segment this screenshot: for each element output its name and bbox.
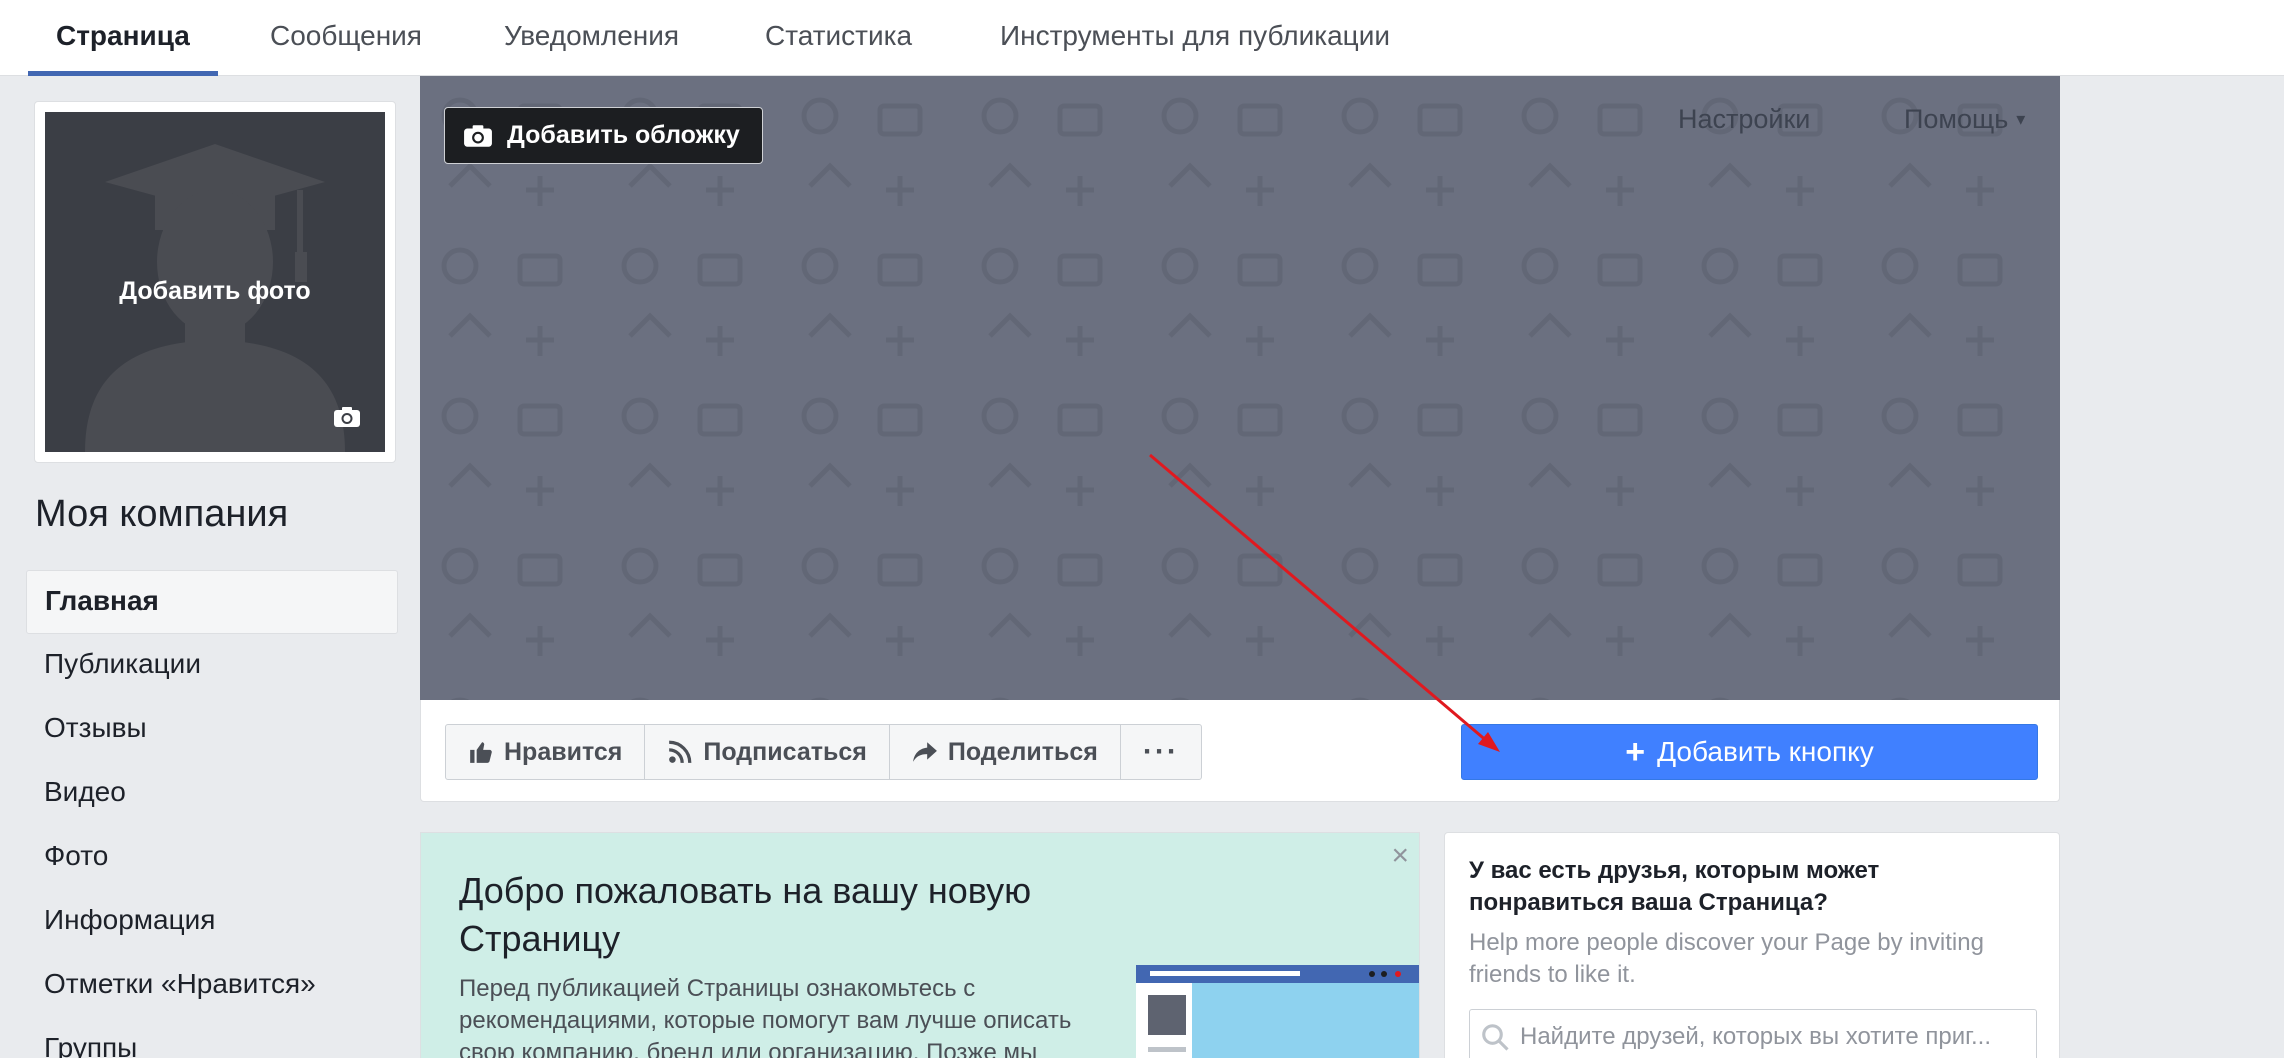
sidebar-item-likes[interactable]: Отметки «Нравится» bbox=[26, 954, 398, 1018]
like-label: Нравится bbox=[504, 737, 623, 766]
tab-page[interactable]: Страница bbox=[28, 0, 218, 76]
friend-search-box[interactable] bbox=[1469, 1009, 2037, 1058]
thumbs-up-icon bbox=[470, 742, 492, 763]
tab-publishing-tools[interactable]: Инструменты для публикации bbox=[972, 0, 1418, 76]
sidebar-item-photos[interactable]: Фото bbox=[26, 826, 398, 890]
share-label: Поделиться bbox=[947, 737, 1098, 766]
add-button-cta[interactable]: + Добавить кнопку bbox=[1461, 724, 2038, 780]
profile-photo-placeholder[interactable]: Добавить фото bbox=[45, 112, 385, 452]
friend-search-input[interactable] bbox=[1520, 1023, 2020, 1051]
more-options-button[interactable]: ··· bbox=[1121, 725, 1201, 779]
sidebar-item-about[interactable]: Информация bbox=[26, 890, 398, 954]
plus-icon: + bbox=[1625, 732, 1646, 771]
welcome-title: Добро пожаловать на вашу новую Страницу bbox=[459, 870, 1032, 959]
help-menu[interactable]: Помощь ▾ bbox=[1904, 104, 2025, 135]
invite-subtitle: Help more people discover your Page by i… bbox=[1469, 929, 1984, 988]
settings-link[interactable]: Настройки bbox=[1678, 104, 1810, 135]
add-cover-label: Добавить обложку bbox=[507, 121, 740, 149]
page-preview-illustration bbox=[1136, 965, 1419, 1058]
like-button[interactable]: Нравится bbox=[446, 725, 646, 779]
tab-statistics[interactable]: Статистика bbox=[737, 0, 940, 76]
sidebar-item-home[interactable]: Главная bbox=[26, 570, 398, 634]
cover-photo-area: Добавить обложку Настройки Помощь ▾ bbox=[420, 76, 2060, 700]
page-name: Моя компания bbox=[35, 493, 289, 535]
page-tabs-bar: Страница Сообщения Уведомления Статистик… bbox=[0, 0, 2284, 76]
share-arrow-icon bbox=[912, 742, 937, 762]
sidebar-item-reviews[interactable]: Отзывы bbox=[26, 698, 398, 762]
profile-picture-card: Добавить фото bbox=[34, 101, 396, 463]
cover-pattern-decoration bbox=[420, 76, 2060, 700]
camera-icon[interactable] bbox=[333, 406, 361, 428]
search-icon bbox=[1482, 1024, 1509, 1051]
share-button[interactable]: Поделиться bbox=[890, 725, 1121, 779]
sidebar-item-groups[interactable]: Группы bbox=[26, 1018, 398, 1058]
add-cover-button[interactable]: Добавить обложку bbox=[444, 107, 763, 164]
chevron-down-icon: ▾ bbox=[2016, 109, 2026, 129]
page-sidebar-nav: Главная Публикации Отзывы Видео Фото Инф… bbox=[26, 570, 398, 1058]
ellipsis-icon: ··· bbox=[1142, 735, 1179, 768]
page-action-bar: Нравится Подписаться Поделиться ··· + До… bbox=[420, 700, 2060, 802]
welcome-body: Перед публикацией Страницы ознакомьтесь … bbox=[459, 975, 1072, 1058]
tab-notifications[interactable]: Уведомления bbox=[476, 0, 707, 76]
follow-button[interactable]: Подписаться bbox=[645, 725, 890, 779]
invite-friends-card: У вас есть друзья, которым может понрави… bbox=[1444, 832, 2060, 1058]
close-icon[interactable]: × bbox=[1391, 839, 1409, 873]
page-action-buttons: Нравится Подписаться Поделиться ··· bbox=[445, 724, 1202, 780]
rss-icon bbox=[669, 740, 692, 763]
add-button-label: Добавить кнопку bbox=[1657, 736, 1874, 767]
follow-label: Подписаться bbox=[703, 737, 867, 766]
tab-messages[interactable]: Сообщения bbox=[242, 0, 450, 76]
add-photo-label: Добавить фото bbox=[119, 277, 311, 305]
sidebar-item-posts[interactable]: Публикации bbox=[26, 634, 398, 698]
welcome-card: × Добро пожаловать на вашу новую Страниц… bbox=[420, 832, 1420, 1058]
help-label: Помощь bbox=[1904, 104, 2009, 134]
camera-icon bbox=[464, 124, 492, 147]
invite-title: У вас есть друзья, которым может понрави… bbox=[1469, 857, 1880, 916]
sidebar-item-videos[interactable]: Видео bbox=[26, 762, 398, 826]
